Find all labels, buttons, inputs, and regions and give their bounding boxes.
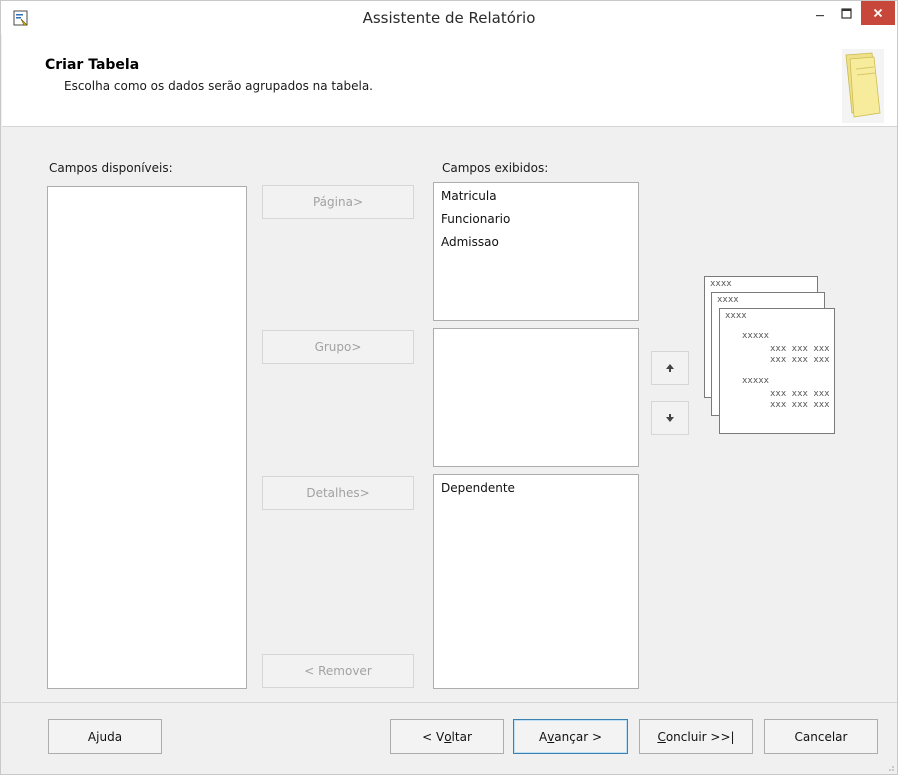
displayed-fields-label: Campos exibidos: (442, 161, 549, 175)
preview-header-text: xxxx (710, 279, 732, 289)
report-wizard-window: Assistente de Relatório Criar Tabela Esc… (0, 0, 898, 775)
window-title: Assistente de Relatório (362, 9, 536, 27)
layout-preview: xxxx xxxx xxxx xxxxx xxx xxx xxx xxx xxx… (704, 276, 836, 436)
maximize-icon (840, 7, 852, 19)
available-fields-label: Campos disponíveis: (49, 161, 173, 175)
resize-grip-icon[interactable] (885, 762, 895, 772)
preview-row-text: xxx xxx xxx (770, 355, 830, 365)
details-button[interactable]: Detalhes> (262, 476, 414, 510)
back-button[interactable]: < Vo ltar (390, 719, 504, 754)
preview-page-front: xxxx xxxxx xxx xxx xxx xxx xxx xxx xxxxx… (719, 308, 835, 434)
back-label-part: ltar (451, 729, 472, 744)
list-item[interactable]: Funcionario (441, 210, 631, 233)
page-fields-list[interactable]: Matricula Funcionario Admissao (433, 182, 639, 321)
next-label-part: ançar > (554, 729, 603, 744)
page-button[interactable]: Página> (262, 185, 414, 219)
next-label-part: A (538, 729, 548, 744)
available-fields-list[interactable] (47, 186, 247, 689)
arrow-up-icon (666, 364, 674, 372)
help-label-part: uda (99, 729, 123, 744)
back-mnemonic: o (444, 729, 452, 744)
preview-group-text: xxxxx (742, 331, 770, 341)
group-button[interactable]: Grupo> (262, 330, 414, 364)
group-fields-list[interactable] (433, 328, 639, 467)
list-item[interactable]: Dependente (441, 479, 631, 502)
title-bar: Assistente de Relatório (1, 1, 897, 35)
preview-row-text: xxx xxx xxx (770, 389, 830, 399)
next-mnemonic: v (547, 729, 555, 744)
wizard-header: Criar Tabela Escolha como os dados serão… (2, 35, 897, 127)
finish-label-part: oncluir >>| (665, 729, 735, 744)
minimize-button[interactable] (807, 1, 833, 25)
preview-group-text: xxxxx (742, 376, 770, 386)
step-title: Criar Tabela (45, 57, 140, 73)
move-down-button[interactable] (651, 401, 689, 435)
finish-button[interactable]: Concluir >>| (639, 719, 753, 754)
preview-header-text: xxxx (725, 311, 747, 321)
close-button[interactable] (861, 1, 895, 25)
help-button[interactable]: Aj uda (48, 719, 162, 754)
maximize-button[interactable] (833, 1, 859, 25)
back-label-part: < V (422, 729, 445, 744)
detail-fields-list[interactable]: Dependente (433, 474, 639, 689)
preview-row-text: xxx xxx xxx (770, 400, 830, 410)
remove-button[interactable]: < Remover (262, 654, 414, 688)
close-icon (873, 8, 883, 18)
help-label-part: A (87, 729, 97, 744)
preview-row-text: xxx xxx xxx (770, 344, 830, 354)
cancel-button[interactable]: Cancelar (764, 719, 878, 754)
move-up-button[interactable] (651, 351, 689, 385)
step-subtitle: Escolha como os dados serão agrupados na… (64, 79, 373, 93)
footer-divider (2, 702, 897, 703)
preview-header-text: xxxx (717, 295, 739, 305)
arrow-down-icon (666, 414, 674, 422)
notepad-icon (842, 49, 884, 123)
next-button[interactable]: Av ançar > (513, 719, 628, 754)
list-item[interactable]: Matricula (441, 187, 631, 210)
minimize-icon (816, 15, 824, 17)
finish-mnemonic: C (657, 729, 666, 744)
list-item[interactable]: Admissao (441, 233, 631, 256)
